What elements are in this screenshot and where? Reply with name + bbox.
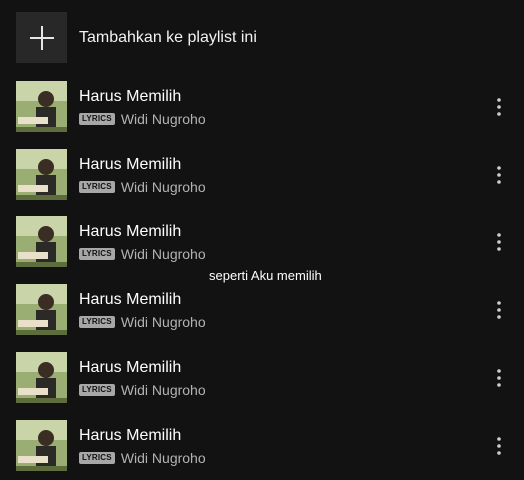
track-row[interactable]: Harus Memilih LYRICS Widi Nugroho <box>0 216 524 268</box>
more-vertical-icon <box>497 233 501 251</box>
track-meta: LYRICS Widi Nugroho <box>79 111 206 127</box>
more-options-button[interactable] <box>487 161 511 189</box>
track-meta: LYRICS Widi Nugroho <box>79 179 206 195</box>
track-row[interactable]: Harus Memilih LYRICS Widi Nugroho <box>0 81 524 133</box>
more-options-button[interactable] <box>487 364 511 392</box>
lyrics-badge: LYRICS <box>79 113 115 125</box>
track-row[interactable]: Harus Memilih LYRICS Widi Nugroho <box>0 284 524 336</box>
track-title: Harus Memilih <box>79 156 182 173</box>
track-meta: LYRICS Widi Nugroho <box>79 246 206 262</box>
more-options-button[interactable] <box>487 432 511 460</box>
track-meta: LYRICS Widi Nugroho <box>79 382 206 398</box>
add-to-playlist-label: Tambahkan ke playlist ini <box>79 29 257 46</box>
artist-name: Widi Nugroho <box>120 450 206 466</box>
album-cover <box>16 216 67 267</box>
artist-name: Widi Nugroho <box>120 382 206 398</box>
plus-icon <box>29 25 54 50</box>
lyrics-badge: LYRICS <box>79 248 115 260</box>
album-cover <box>16 284 67 335</box>
add-tile[interactable] <box>16 12 67 63</box>
track-title: Harus Memilih <box>79 427 182 444</box>
album-cover <box>16 81 67 132</box>
more-vertical-icon <box>497 301 501 319</box>
track-title: Harus Memilih <box>79 88 182 105</box>
album-cover <box>16 352 67 403</box>
more-vertical-icon <box>497 369 501 387</box>
lyrics-badge: LYRICS <box>79 452 115 464</box>
lyrics-badge: LYRICS <box>79 181 115 193</box>
track-row[interactable]: Harus Memilih LYRICS Widi Nugroho <box>0 352 524 404</box>
lyrics-badge: LYRICS <box>79 316 115 328</box>
lyric-caption: seperti Aku memilih <box>209 268 322 283</box>
more-vertical-icon <box>497 437 501 455</box>
artist-name: Widi Nugroho <box>120 314 206 330</box>
track-title: Harus Memilih <box>79 223 182 240</box>
track-row[interactable]: Harus Memilih LYRICS Widi Nugroho <box>0 149 524 201</box>
artist-name: Widi Nugroho <box>120 246 206 262</box>
more-options-button[interactable] <box>487 93 511 121</box>
more-options-button[interactable] <box>487 228 511 256</box>
more-options-button[interactable] <box>487 296 511 324</box>
track-row[interactable]: Harus Memilih LYRICS Widi Nugroho <box>0 420 524 472</box>
track-meta: LYRICS Widi Nugroho <box>79 450 206 466</box>
track-title: Harus Memilih <box>79 359 182 376</box>
track-title: Harus Memilih <box>79 291 182 308</box>
album-cover <box>16 420 67 471</box>
track-meta: LYRICS Widi Nugroho <box>79 314 206 330</box>
more-vertical-icon <box>497 166 501 184</box>
lyrics-badge: LYRICS <box>79 384 115 396</box>
more-vertical-icon <box>497 98 501 116</box>
artist-name: Widi Nugroho <box>120 179 206 195</box>
album-cover <box>16 149 67 200</box>
add-to-playlist-row[interactable]: Tambahkan ke playlist ini <box>0 12 524 64</box>
artist-name: Widi Nugroho <box>120 111 206 127</box>
